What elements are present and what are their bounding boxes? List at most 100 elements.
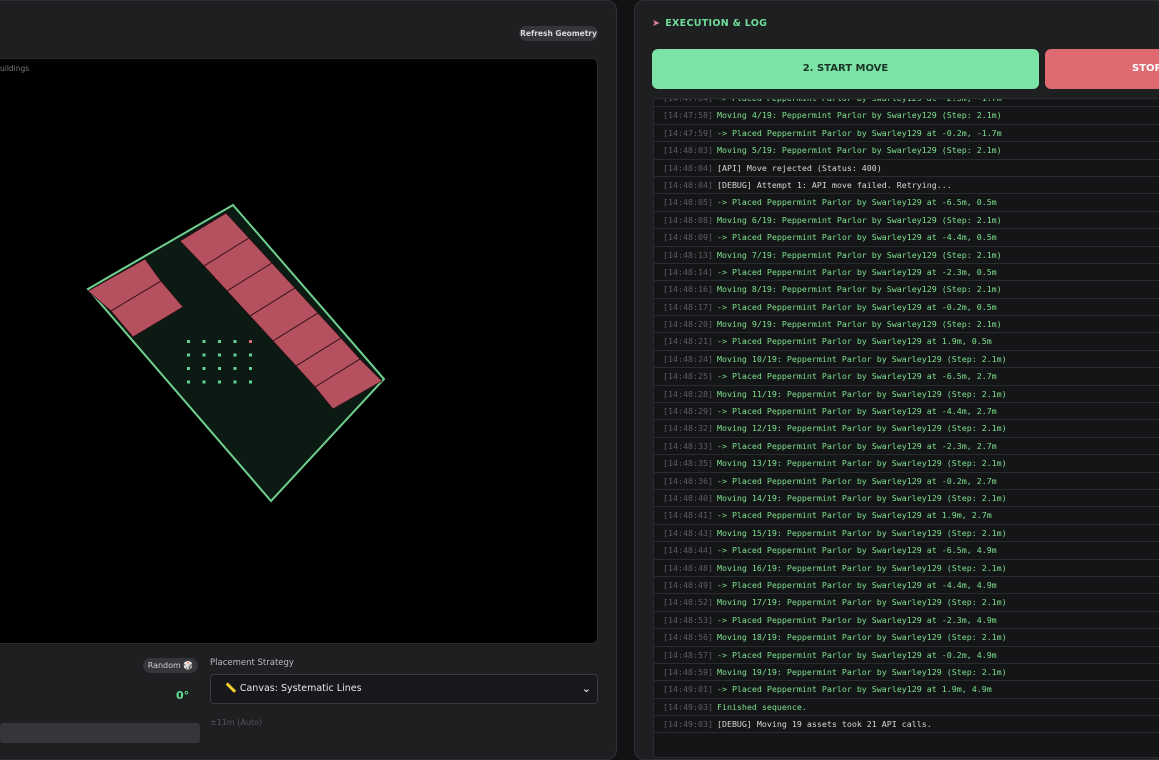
placement-dot bbox=[202, 380, 206, 384]
random-button[interactable]: Random 🎲 bbox=[143, 658, 198, 673]
log-timestamp: [14:48:29] bbox=[663, 406, 713, 417]
log-timestamp: [14:48:28] bbox=[663, 388, 713, 399]
log-line: [14:48:29] -> Placed Peppermint Parlor by… bbox=[654, 403, 1159, 421]
log-timestamp: [14:48:52] bbox=[663, 597, 713, 608]
log-timestamp: [14:48:35] bbox=[663, 458, 713, 469]
log-line: [14:48:05] -> Placed Peppermint Parlor by… bbox=[654, 194, 1159, 212]
log-line: [14:47:59] -> Placed Peppermint Parlor by… bbox=[654, 125, 1159, 143]
log-line: [14:48:35] Moving 13/19: Peppermint Parlo… bbox=[654, 455, 1159, 473]
log-line: [14:48:24] Moving 10/19: Peppermint Parlo… bbox=[654, 351, 1159, 369]
placement-dot bbox=[218, 353, 221, 357]
log-line: [14:48:25] -> Placed Peppermint Parlor by… bbox=[654, 368, 1159, 386]
log-lines: [14:47:54] -> Placed Peppermint Parlor by… bbox=[654, 98, 1159, 734]
log-timestamp: [14:47:54] bbox=[663, 98, 713, 103]
log-message: Moving 5/19: Peppermint Parlor by Swarle… bbox=[716, 145, 1002, 156]
log-message: Moving 13/19: Peppermint Parlor by Swarl… bbox=[716, 458, 1007, 469]
log-timestamp: [14:48:21] bbox=[663, 336, 713, 347]
placement-dot-active bbox=[249, 340, 252, 343]
log-message: [DEBUG] Moving 19 assets took 21 API cal… bbox=[716, 719, 932, 730]
log-line: [14:48:09] -> Placed Peppermint Parlor by… bbox=[654, 229, 1159, 247]
placement-dot bbox=[233, 380, 237, 384]
log-timestamp: [14:48:05] bbox=[663, 197, 713, 208]
log-timestamp: [14:48:36] bbox=[663, 475, 713, 486]
log-timestamp: [14:48:40] bbox=[663, 492, 713, 503]
log-line: [14:49:03] Finished sequence. bbox=[654, 699, 1159, 717]
log-line: [14:48:04] [API] Move rejected (Status: 4… bbox=[654, 160, 1159, 177]
log-message: -> Placed Peppermint Parlor by Swarley12… bbox=[716, 614, 997, 625]
log-output[interactable]: [14:47:54] -> Placed Peppermint Parlor by… bbox=[653, 98, 1159, 758]
log-message: -> Placed Peppermint Parlor by Swarley12… bbox=[716, 649, 997, 660]
log-line: [14:49:01] -> Placed Peppermint Parlor by… bbox=[654, 681, 1159, 699]
chevron-down-icon: ⌄ bbox=[581, 682, 591, 695]
log-timestamp: [14:48:03] bbox=[663, 145, 713, 156]
log-message: Moving 14/19: Peppermint Parlor by Swarl… bbox=[716, 492, 1007, 503]
log-timestamp: [14:48:57] bbox=[663, 649, 713, 660]
rotation-value: 0° bbox=[176, 689, 190, 702]
log-line: [14:48:17] -> Placed Peppermint Parlor by… bbox=[654, 299, 1159, 317]
log-timestamp: [14:48:16] bbox=[663, 284, 713, 295]
log-timestamp: [14:48:44] bbox=[663, 545, 713, 556]
log-message: -> Placed Peppermint Parlor by Swarley12… bbox=[716, 371, 997, 382]
log-timestamp: [14:48:13] bbox=[663, 249, 713, 260]
placement-dot bbox=[249, 380, 252, 384]
log-timestamp: [14:48:33] bbox=[663, 440, 713, 451]
log-message: Moving 9/19: Peppermint Parlor by Swarle… bbox=[716, 319, 1002, 330]
log-line: [14:48:04] [DEBUG] Attempt 1: API move fa… bbox=[654, 177, 1159, 195]
log-message: Moving 10/19: Peppermint Parlor by Swarl… bbox=[716, 353, 1007, 364]
placement-dot bbox=[187, 380, 190, 384]
plot-drawing bbox=[86, 203, 386, 503]
log-line: [14:48:20] Moving 9/19: Peppermint Parlor… bbox=[654, 316, 1159, 334]
placement-dot bbox=[218, 380, 221, 384]
placement-dot bbox=[187, 367, 190, 370]
placement-canvas[interactable] bbox=[0, 58, 598, 644]
log-timestamp: [14:48:43] bbox=[663, 527, 713, 538]
log-line: [14:49:03] [DEBUG] Moving 19 assets took … bbox=[654, 716, 1159, 734]
log-line: [14:48:49] -> Placed Peppermint Parlor by… bbox=[654, 577, 1159, 595]
log-message: -> Placed Peppermint Parlor by Swarley12… bbox=[716, 510, 992, 521]
log-message: -> Placed Peppermint Parlor by Swarley12… bbox=[716, 98, 1002, 103]
log-message: -> Placed Peppermint Parlor by Swarley12… bbox=[716, 266, 997, 277]
log-message: Moving 11/19: Peppermint Parlor by Swarl… bbox=[716, 388, 1007, 399]
refresh-geometry-button[interactable]: Refresh Geometry bbox=[519, 26, 598, 41]
log-line: [14:48:57] -> Placed Peppermint Parlor by… bbox=[654, 647, 1159, 664]
log-message: Moving 12/19: Peppermint Parlor by Swarl… bbox=[716, 423, 1007, 434]
log-message: -> Placed Peppermint Parlor by Swarley12… bbox=[716, 579, 997, 590]
placement-strategy-select[interactable]: 📏 Canvas: Systematic Lines ⌄ bbox=[210, 674, 598, 704]
log-timestamp: [14:48:24] bbox=[663, 353, 713, 364]
log-message: Moving 15/19: Peppermint Parlor by Swarl… bbox=[716, 527, 1007, 538]
log-line: [14:48:14] -> Placed Peppermint Parlor by… bbox=[654, 264, 1159, 282]
log-timestamp: [14:48:56] bbox=[663, 632, 713, 643]
log-line: [14:48:41] -> Placed Peppermint Parlor by… bbox=[654, 507, 1159, 525]
log-message: Moving 8/19: Peppermint Parlor by Swarle… bbox=[716, 284, 1002, 295]
start-move-button[interactable]: 2. START MOVE bbox=[652, 49, 1039, 89]
rocket-icon: ➤ bbox=[652, 18, 661, 29]
log-timestamp: [14:48:48] bbox=[663, 562, 713, 573]
placement-strategy-label: Placement Strategy bbox=[210, 658, 294, 668]
log-line: [14:48:56] Moving 18/19: Peppermint Parlo… bbox=[654, 629, 1159, 647]
log-line: [14:47:58] Moving 4/19: Peppermint Parlor… bbox=[654, 107, 1159, 125]
log-line: [14:48:44] -> Placed Peppermint Parlor by… bbox=[654, 542, 1159, 560]
stop-button[interactable]: STOP bbox=[1045, 49, 1159, 89]
placement-dot bbox=[233, 367, 237, 370]
log-timestamp: [14:47:58] bbox=[663, 110, 713, 121]
slider-track[interactable] bbox=[0, 723, 200, 743]
log-timestamp: [14:48:53] bbox=[663, 614, 713, 625]
log-message: -> Placed Peppermint Parlor by Swarley12… bbox=[716, 197, 997, 208]
log-message: Moving 18/19: Peppermint Parlor by Swarl… bbox=[716, 632, 1007, 643]
log-line: [14:48:32] Moving 12/19: Peppermint Parlo… bbox=[654, 420, 1159, 438]
placement-dot bbox=[187, 340, 190, 343]
log-message: Moving 4/19: Peppermint Parlor by Swarle… bbox=[716, 110, 1002, 121]
log-line: [14:48:40] Moving 14/19: Peppermint Parlo… bbox=[654, 490, 1159, 508]
log-timestamp: [14:48:08] bbox=[663, 214, 713, 225]
log-line: [14:48:03] Moving 5/19: Peppermint Parlor… bbox=[654, 142, 1159, 160]
placement-dot bbox=[249, 367, 252, 370]
log-message: -> Placed Peppermint Parlor by Swarley12… bbox=[716, 127, 1002, 138]
log-timestamp: [14:48:09] bbox=[663, 232, 713, 243]
log-message: -> Placed Peppermint Parlor by Swarley12… bbox=[716, 301, 997, 312]
log-message: -> Placed Peppermint Parlor by Swarley12… bbox=[716, 336, 992, 347]
log-timestamp: [14:48:25] bbox=[663, 371, 713, 382]
log-timestamp: [14:49:01] bbox=[663, 684, 713, 695]
log-message: [DEBUG] Attempt 1: API move failed. Retr… bbox=[716, 179, 952, 190]
log-message: -> Placed Peppermint Parlor by Swarley12… bbox=[716, 475, 997, 486]
placement-dot bbox=[249, 353, 252, 357]
